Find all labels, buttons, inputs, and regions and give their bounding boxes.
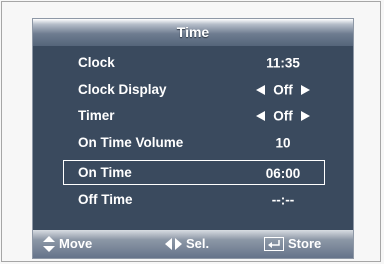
menu-item-value: 11:35: [266, 55, 300, 71]
menu-item-on-time[interactable]: On Time 06:00: [63, 160, 325, 185]
left-right-arrow-icon: [165, 238, 182, 250]
store-hint: Store: [264, 230, 321, 258]
menu-item-off-time[interactable]: Off Time --:--: [63, 189, 325, 211]
menu-item-value: --:--: [271, 192, 295, 208]
menu-item-value: 10: [275, 135, 291, 151]
right-arrow-icon[interactable]: [300, 111, 310, 122]
menu-item-on-time-volume[interactable]: On Time Volume 10: [63, 132, 325, 154]
menu-item-clock-display[interactable]: Clock Display Off: [63, 79, 325, 101]
left-arrow-icon[interactable]: [256, 111, 266, 122]
right-arrow-icon[interactable]: [300, 85, 310, 96]
select-label: Sel.: [186, 236, 210, 251]
menu-item-value: 06:00: [265, 165, 301, 181]
menu-item-label: Off Time: [78, 192, 133, 207]
menu-item-label: Clock: [78, 55, 115, 70]
time-menu-panel: Time Clock 11:35 Clock Display Off Timer…: [32, 18, 354, 259]
footer-bar: Move Sel. Store: [33, 230, 353, 258]
menu-item-label: Timer: [78, 108, 115, 123]
menu-item-label: On Time Volume: [78, 135, 184, 150]
up-down-arrow-icon: [43, 236, 55, 252]
menu-item-clock[interactable]: Clock 11:35: [63, 52, 325, 74]
store-label: Store: [288, 236, 322, 251]
menu-item-timer[interactable]: Timer Off: [63, 105, 325, 127]
select-hint: Sel.: [165, 230, 209, 258]
menu-item-label: Clock Display: [78, 82, 167, 97]
menu-item-label: On Time: [78, 165, 132, 180]
enter-icon: [264, 237, 284, 251]
menu-title: Time: [33, 19, 353, 46]
move-hint: Move: [43, 230, 92, 258]
menu-item-value: Off: [243, 79, 323, 101]
menu-item-value: Off: [243, 105, 323, 127]
move-label: Move: [59, 236, 93, 251]
left-arrow-icon[interactable]: [256, 85, 266, 96]
